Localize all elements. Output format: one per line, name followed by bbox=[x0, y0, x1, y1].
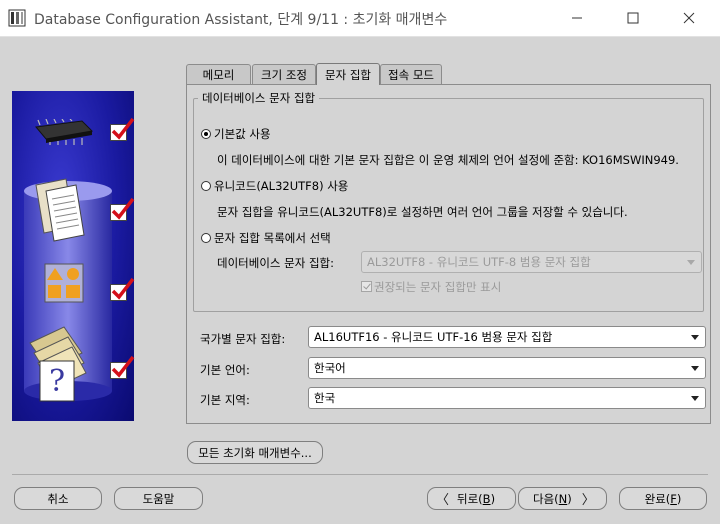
wizard-illustration: ? bbox=[12, 91, 135, 421]
button-label: 모든 초기화 매개변수... bbox=[198, 445, 312, 460]
tab-label: 문자 집합 bbox=[325, 67, 371, 82]
window-title: Database Configuration Assistant, 단계 9/1… bbox=[34, 12, 448, 28]
check-icon bbox=[111, 117, 135, 140]
check-icon bbox=[111, 355, 135, 378]
app-icon bbox=[8, 9, 26, 27]
chevron-left-icon: 〈 bbox=[436, 493, 450, 508]
database-charset-select[interactable]: AL32UTF8 - 유니코드 UTF-8 범용 문자 집합 bbox=[361, 251, 702, 273]
choose-from-list-radio[interactable] bbox=[201, 233, 211, 243]
tab-sizing[interactable]: 크기 조정 bbox=[252, 64, 316, 84]
back-button[interactable]: 〈 뒤로(B) bbox=[427, 487, 516, 510]
memory-chip-icon bbox=[35, 119, 94, 145]
all-initialization-parameters-button[interactable]: 모든 초기화 매개변수... bbox=[187, 441, 323, 464]
chevron-down-icon bbox=[691, 366, 699, 371]
close-button[interactable] bbox=[666, 0, 712, 36]
unicode-description: 문자 집합을 유니코드(AL32UTF8)로 설정하면 여러 언어 그룹을 저장… bbox=[217, 205, 628, 219]
documents-icon bbox=[35, 178, 85, 242]
help-folders-icon: ? bbox=[29, 326, 87, 402]
tab-label: 접속 모드 bbox=[388, 67, 434, 82]
shapes-icon bbox=[44, 263, 84, 303]
national-charset-select[interactable]: AL16UTF16 - 유니코드 UTF-16 범용 문자 집합 bbox=[308, 326, 706, 348]
default-language-select[interactable]: 한국어 bbox=[308, 357, 706, 379]
maximize-button[interactable] bbox=[610, 0, 656, 36]
tab-label: 크기 조정 bbox=[261, 67, 307, 82]
finish-label: 완료(F) bbox=[644, 491, 682, 506]
chevron-down-icon bbox=[691, 335, 699, 340]
national-charset-value: AL16UTF16 - 유니코드 UTF-16 범용 문자 집합 bbox=[314, 330, 553, 344]
button-label: 도움말 bbox=[142, 491, 175, 506]
tab-character-sets[interactable]: 문자 집합 bbox=[316, 63, 380, 85]
choose-from-list-label[interactable]: 문자 집합 목록에서 선택 bbox=[214, 230, 331, 246]
minimize-button[interactable] bbox=[554, 0, 600, 36]
maximize-icon bbox=[627, 12, 639, 24]
default-language-label: 기본 언어: bbox=[200, 363, 250, 377]
svg-text:?: ? bbox=[49, 364, 65, 399]
database-charset-label: 데이터베이스 문자 집합: bbox=[217, 256, 334, 270]
default-territory-label: 기본 지역: bbox=[200, 393, 250, 407]
check-icon bbox=[111, 197, 135, 220]
chevron-down-icon bbox=[687, 260, 695, 265]
close-icon bbox=[683, 12, 695, 24]
help-button[interactable]: 도움말 bbox=[114, 487, 203, 510]
tab-connection-mode[interactable]: 접속 모드 bbox=[380, 64, 442, 84]
group-title: 데이터베이스 문자 집합 bbox=[198, 90, 320, 106]
separator bbox=[12, 474, 708, 475]
chevron-right-icon: 〉 bbox=[581, 493, 595, 508]
next-button[interactable]: 다음(N) 〉 bbox=[518, 487, 607, 510]
database-charset-value: AL32UTF8 - 유니코드 UTF-8 범용 문자 집합 bbox=[367, 255, 591, 269]
tab-label: 메모리 bbox=[202, 67, 235, 82]
use-default-label[interactable]: 기본값 사용 bbox=[214, 126, 271, 142]
step-check-4 bbox=[110, 355, 135, 379]
check-icon bbox=[111, 277, 135, 300]
use-unicode-label[interactable]: 유니코드(AL32UTF8) 사용 bbox=[214, 178, 348, 194]
use-unicode-radio[interactable] bbox=[201, 181, 211, 191]
step-check-2 bbox=[110, 197, 135, 221]
minimize-icon bbox=[572, 17, 582, 19]
national-charset-label: 국가별 문자 집합: bbox=[200, 332, 286, 346]
chevron-down-icon bbox=[691, 396, 699, 401]
step-check-1 bbox=[110, 117, 135, 141]
use-default-radio[interactable] bbox=[201, 129, 211, 139]
tab-memory[interactable]: 메모리 bbox=[186, 64, 251, 84]
next-label: 다음(N) bbox=[533, 491, 572, 506]
show-recommended-checkbox[interactable] bbox=[361, 281, 372, 292]
default-description: 이 데이터베이스에 대한 기본 문자 집합은 이 운영 체제의 언어 설정에 준… bbox=[217, 153, 679, 167]
button-label: 취소 bbox=[47, 491, 69, 506]
title-bar: Database Configuration Assistant, 단계 9/1… bbox=[0, 0, 720, 37]
step-check-3 bbox=[110, 277, 135, 301]
back-label: 뒤로(B) bbox=[457, 491, 496, 506]
show-recommended-label: 권장되는 문자 집합만 표시 bbox=[374, 280, 502, 294]
default-territory-value: 한국 bbox=[314, 391, 336, 405]
default-language-value: 한국어 bbox=[314, 361, 346, 375]
cancel-button[interactable]: 취소 bbox=[14, 487, 102, 510]
finish-button[interactable]: 완료(F) bbox=[619, 487, 707, 510]
default-territory-select[interactable]: 한국 bbox=[308, 387, 706, 409]
